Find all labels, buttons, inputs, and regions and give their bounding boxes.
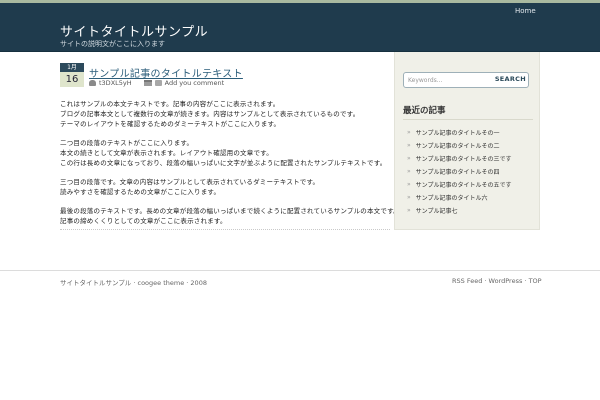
search-input[interactable] xyxy=(408,74,494,86)
post-paragraph: 最後の段落のテキストです。長めの文章が段落の幅いっぱいまで続くように配置されてい… xyxy=(60,206,400,226)
post-text-line: ブログの記事本文として複数行の文章が続きます。内容はサンプルとして表示されている… xyxy=(60,110,360,118)
post-text-line: 最後の段落のテキストです。長めの文章が段落の幅いっぱいまで続くように配置されてい… xyxy=(60,207,400,215)
recent-post-link[interactable]: サンプル記事のタイトルその四 xyxy=(416,167,500,176)
site-description: サイトの説明文がここに入ります xyxy=(60,40,165,48)
post-date-day: 16 xyxy=(60,72,84,87)
comment-icon xyxy=(154,79,162,86)
post-text-line: 二つ目の段落のテキストがここに入ります。 xyxy=(60,139,194,147)
bullet-icon: » xyxy=(407,155,411,162)
recent-post-link[interactable]: サンプル記事のタイトル六 xyxy=(416,193,488,202)
bullet-icon: » xyxy=(407,129,411,136)
folder-icon xyxy=(143,79,152,86)
site-header: サイトタイトルサンプル サイトの説明文がここに入ります Home xyxy=(0,3,600,52)
sidebar: SEARCH 最近の記事 » サンプル記事のタイトルその一 » サンプル記事のタイト… xyxy=(394,52,540,230)
wordpress-link[interactable]: WordPress xyxy=(489,277,523,285)
post-text-line: 読みやすさを確認するための文章がここに入ります。 xyxy=(60,188,221,196)
search-button[interactable]: SEARCH xyxy=(495,75,526,83)
post-text-line: 三つ目の段落です。文章の内容はサンプルとして表示されているダミーテキストです。 xyxy=(60,178,320,186)
bullet-icon: » xyxy=(407,181,411,188)
post-meta: t3DXL5yH Add you comment xyxy=(89,78,224,87)
post-text-line: 記事の締めくくりとしての文章がここに表示されます。 xyxy=(60,217,227,225)
footer-links: RSS Feed · WordPress · TOP xyxy=(452,277,542,285)
recent-post-item[interactable]: » サンプル記事のタイトルその四 xyxy=(407,165,512,178)
footer-credits: サイトタイトルサンプル · coogee theme · 2008 xyxy=(60,279,207,287)
recent-post-item[interactable]: » サンプル記事のタイトルその五です xyxy=(407,178,512,191)
footer-divider xyxy=(0,270,600,271)
post-text-line: 本文の続きとして文章が表示されます。レイアウト確認用の文章です。 xyxy=(60,149,273,157)
sidebar-divider xyxy=(403,119,533,120)
recent-post-link[interactable]: サンプル記事七 xyxy=(416,206,458,215)
recent-post-item[interactable]: » サンプル記事のタイトルその三です xyxy=(407,152,512,165)
post-paragraph: 二つ目の段落のテキストがここに入ります。 本文の続きとして文章が表示されます。レ… xyxy=(60,138,390,168)
site-title[interactable]: サイトタイトルサンプル xyxy=(60,21,208,40)
post-body: これはサンプルの本文テキストです。記事の内容がここに表示されます。 ブログの記事… xyxy=(60,99,400,235)
recent-post-link[interactable]: サンプル記事のタイトルその五です xyxy=(416,180,512,189)
recent-post-link[interactable]: サンプル記事のタイトルその二 xyxy=(416,141,500,150)
bullet-icon: » xyxy=(407,142,411,149)
post-text-line: テーマのレイアウトを確認するためのダミーテキストがここに入ります。 xyxy=(60,120,281,128)
recent-post-item[interactable]: » サンプル記事のタイトルその二 xyxy=(407,139,512,152)
bullet-icon: » xyxy=(407,194,411,201)
bullet-icon: » xyxy=(407,168,411,175)
post-date-badge: 1月 16 xyxy=(60,63,84,87)
post-text-line: これはサンプルの本文テキストです。記事の内容がここに表示されます。 xyxy=(60,100,280,108)
recent-post-item[interactable]: » サンプル記事のタイトルその一 xyxy=(407,126,512,139)
post-author[interactable]: t3DXL5yH xyxy=(99,79,132,87)
recent-posts-heading: 最近の記事 xyxy=(403,106,446,116)
add-comment-link[interactable]: Add you comment xyxy=(165,79,225,87)
nav-home-link[interactable]: Home xyxy=(515,7,536,15)
post-date-month: 1月 xyxy=(60,63,84,72)
recent-posts-list: » サンプル記事のタイトルその一 » サンプル記事のタイトルその二 » サンプル記事の… xyxy=(407,126,512,217)
bullet-icon: » xyxy=(407,207,411,214)
post-paragraph: これはサンプルの本文テキストです。記事の内容がここに表示されます。 ブログの記事… xyxy=(60,99,390,129)
rss-feed-link[interactable]: RSS Feed xyxy=(452,277,482,285)
post-divider xyxy=(60,229,390,230)
recent-post-link[interactable]: サンプル記事のタイトルその一 xyxy=(416,128,500,137)
post-text-line: この行は長めの文章になっており、段落の幅いっぱいに文字が並ぶように配置されたサン… xyxy=(60,159,387,167)
search-form: SEARCH xyxy=(403,72,529,88)
back-to-top-link[interactable]: TOP xyxy=(529,277,542,285)
recent-post-item[interactable]: » サンプル記事のタイトル六 xyxy=(407,191,512,204)
recent-post-link[interactable]: サンプル記事のタイトルその三です xyxy=(416,154,512,163)
recent-post-item[interactable]: » サンプル記事七 xyxy=(407,204,512,217)
post-paragraph: 三つ目の段落です。文章の内容はサンプルとして表示されているダミーテキストです。 … xyxy=(60,177,390,197)
user-icon xyxy=(89,79,96,86)
